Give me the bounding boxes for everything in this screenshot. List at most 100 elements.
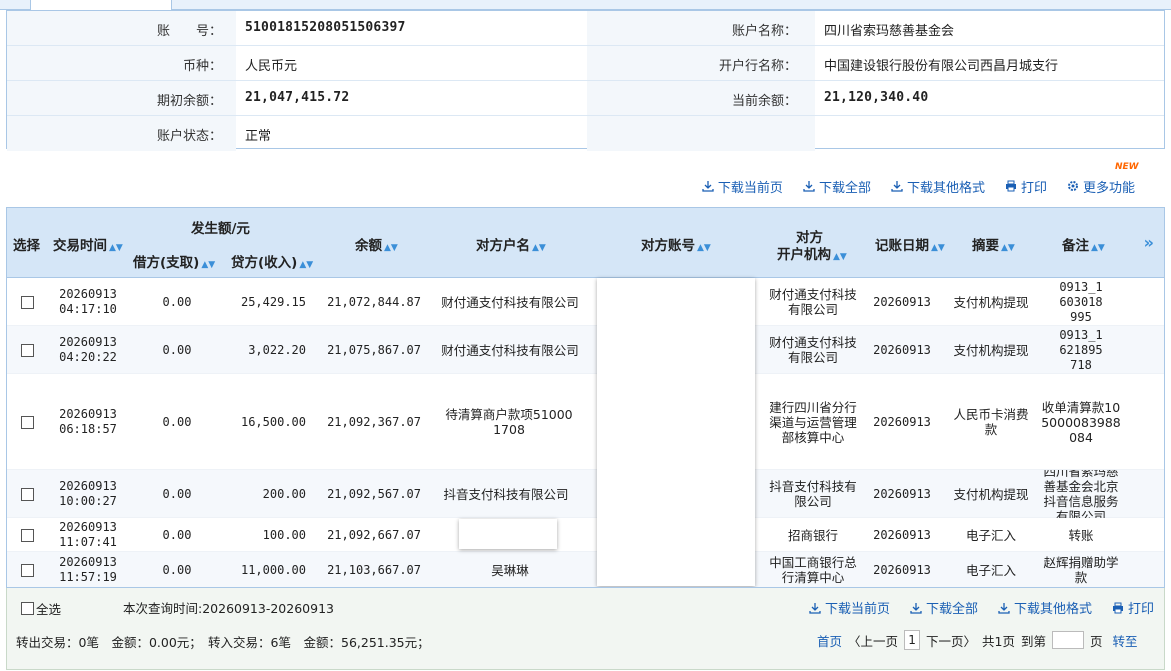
download-other-label: 下载其他格式 (906, 180, 985, 196)
next-page-link[interactable]: 下一页〉 (926, 631, 976, 650)
row-counter-bank: 招商银行 (787, 527, 838, 543)
select-all-label: 全选 (36, 602, 62, 617)
row-checkbox[interactable] (20, 295, 34, 309)
page-unit-label: 页 (1090, 633, 1103, 649)
bank-name-value: 中国建设银行股份有限公司西昌月城支行 (824, 59, 1059, 74)
download-icon (803, 181, 815, 192)
download-all-label: 下载全部 (818, 180, 871, 196)
download-page-button[interactable]: 下载当前页 (702, 176, 783, 196)
row-checkbox[interactable] (20, 487, 34, 501)
currency-label: 币种： (182, 59, 222, 74)
select-all-control[interactable]: 全选 (21, 599, 61, 618)
col-credit[interactable]: 贷方(收入) ▲▼ (231, 251, 313, 271)
prev-page-link[interactable]: 〈上一页 (848, 631, 898, 650)
tab-strip (0, 0, 1171, 10)
sort-icon[interactable]: ▲▼ (201, 260, 215, 270)
download-all-button[interactable]: 下载全部 (803, 176, 871, 196)
row-post-date: 20260913 (873, 486, 931, 501)
col-counter-account[interactable]: 对方账号 ▲▼ (641, 234, 711, 254)
row-credit: 11,000.00 (240, 562, 306, 577)
row-counter-bank: 财付通支付科技有限公司 (769, 287, 857, 317)
row-checkbox[interactable] (20, 415, 34, 429)
sort-icon[interactable]: ▲▼ (931, 243, 945, 253)
row-counter-bank: 抖音支付科技有限公司 (769, 479, 857, 509)
goto-page-input[interactable] (1052, 631, 1085, 649)
table-footer: 全选 本次查询时间:20260913-20260913 下载当前页 下载全部 下… (6, 588, 1165, 670)
row-credit: 25,429.15 (240, 294, 306, 309)
row-checkbox[interactable] (20, 528, 34, 542)
row-post-date: 20260913 (873, 342, 931, 357)
download-icon (998, 602, 1010, 614)
new-badge: NEW (1115, 162, 1139, 172)
row-remark: 转账 (1068, 527, 1094, 543)
row-summary: 电子汇入 (965, 527, 1016, 543)
first-page-link[interactable]: 首页 (817, 631, 842, 650)
info-row-account: 账 号： 51001815208051506397 账户名称： 四川省索玛慈善基… (7, 11, 1164, 46)
table-header: 选择 交易时间 ▲▼ 发生额/元 借方(支取) ▲▼ 贷方(收入) ▲▼ 余额 ▲▼ 对… (7, 208, 1164, 278)
redaction-box (459, 519, 557, 549)
print-label: 打印 (1020, 180, 1047, 196)
row-time: 20260913 06:18:57 (59, 407, 117, 436)
sort-icon[interactable]: ▲▼ (532, 243, 546, 253)
print-button[interactable]: 打印 (1005, 176, 1047, 196)
pagination: 首页 〈上一页 1 下一页〉 共1页 到第 页 转至 (817, 630, 1138, 650)
row-balance: 21,092,667.07 (327, 527, 421, 542)
row-remark: 0913_1603018995 (1059, 279, 1103, 324)
row-summary: 支付机构提现 (953, 486, 1029, 502)
row-debit: 0.00 (162, 527, 192, 542)
row-credit: 16,500.00 (240, 414, 306, 429)
sort-icon[interactable]: ▲▼ (1001, 243, 1015, 253)
download-icon (910, 602, 922, 614)
sort-icon[interactable]: ▲▼ (1091, 243, 1105, 253)
col-time[interactable]: 交易时间 ▲▼ (53, 234, 123, 254)
col-counter-bank[interactable]: 开户机构 ▲▼ (777, 243, 847, 263)
col-balance[interactable]: 余额 ▲▼ (355, 234, 398, 254)
row-time: 20260913 04:17:10 (59, 287, 117, 316)
col-debit[interactable]: 借方(支取) ▲▼ (133, 251, 215, 271)
sort-icon[interactable]: ▲▼ (384, 243, 398, 253)
download-icon (891, 181, 903, 192)
table-row: 20260913 04:20:22 0.00 3,022.20 21,075,86… (7, 326, 1164, 374)
footer-download-other-button[interactable]: 下载其他格式 (998, 598, 1092, 617)
redaction-box (597, 278, 755, 586)
download-page-label: 下载当前页 (717, 180, 783, 196)
expand-columns-icon[interactable]: » (1144, 233, 1154, 252)
account-info-panel: 账 号： 51001815208051506397 账户名称： 四川省索玛慈善基… (6, 10, 1165, 151)
current-page-indicator[interactable]: 1 (904, 630, 921, 650)
row-balance: 21,092,567.07 (327, 486, 421, 501)
goto-button[interactable]: 转至 (1113, 631, 1138, 650)
row-counter-name: 待清算商户款项510001708 (445, 407, 573, 437)
sort-icon[interactable]: ▲▼ (109, 243, 123, 253)
account-status-label: 账户状态： (156, 129, 222, 144)
more-functions-button[interactable]: 更多功能 (1067, 176, 1135, 196)
col-post-date[interactable]: 记账日期 ▲▼ (875, 234, 945, 254)
table-row: 20260913 04:17:10 0.00 25,429.15 21,072,8… (7, 278, 1164, 326)
row-checkbox[interactable] (20, 563, 34, 577)
sort-icon[interactable]: ▲▼ (833, 252, 847, 262)
row-counter-bank: 中国工商银行总行清算中心 (769, 555, 857, 585)
col-summary[interactable]: 摘要 ▲▼ (972, 234, 1015, 254)
sort-icon[interactable]: ▲▼ (697, 243, 711, 253)
row-time: 20260913 11:07:41 (59, 520, 117, 549)
currency-value: 人民币元 (245, 59, 298, 74)
row-checkbox[interactable] (20, 343, 34, 357)
row-balance: 21,103,667.07 (327, 562, 421, 577)
row-remark: 赵辉捐赠助学款 (1043, 555, 1119, 585)
footer-download-page-button[interactable]: 下载当前页 (809, 598, 890, 617)
select-all-checkbox[interactable] (21, 602, 34, 615)
footer-download-all-button[interactable]: 下载全部 (910, 598, 978, 617)
row-post-date: 20260913 (873, 414, 931, 429)
row-debit: 0.00 (162, 342, 192, 357)
current-balance-value: 21,120,340.40 (824, 90, 929, 105)
sort-icon[interactable]: ▲▼ (299, 260, 313, 270)
col-remark[interactable]: 备注 ▲▼ (1062, 234, 1105, 254)
printer-icon (1112, 602, 1123, 613)
row-summary: 支付机构提现 (953, 294, 1029, 310)
download-other-button[interactable]: 下载其他格式 (891, 176, 985, 196)
col-counter-name[interactable]: 对方户名 ▲▼ (476, 234, 546, 254)
opening-balance-value: 21,047,415.72 (245, 90, 350, 105)
row-counter-name: 财付通支付科技有限公司 (441, 294, 579, 310)
footer-print-button[interactable]: 打印 (1112, 598, 1154, 617)
query-time: 本次查询时间:20260913-20260913 (123, 601, 334, 616)
row-remark: 0913_1621895718 (1059, 327, 1103, 372)
